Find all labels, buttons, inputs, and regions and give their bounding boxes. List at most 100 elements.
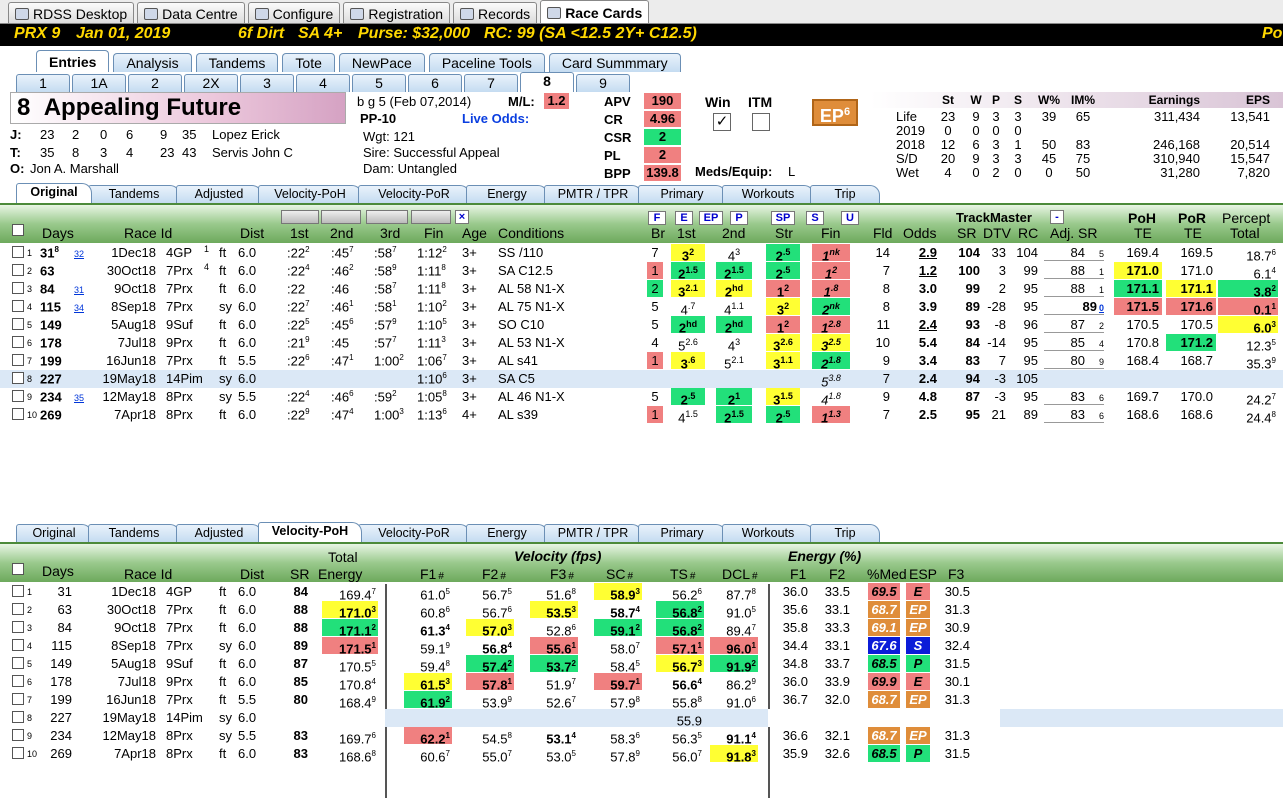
- row-checkbox[interactable]: [12, 657, 24, 669]
- pp-tab-5[interactable]: 5: [352, 74, 406, 92]
- trackmaster-toggle[interactable]: -: [1050, 210, 1064, 224]
- table-row[interactable]: 7 199 16Jun18 7Prx ft 5.5:226:471 1:002 1:067 3+…: [0, 352, 1283, 371]
- pace-filter-e[interactable]: E: [675, 211, 693, 225]
- row-checkbox[interactable]: [12, 693, 24, 705]
- pace-filter-sp[interactable]: SP: [771, 211, 795, 225]
- pp-tab-1a[interactable]: 1A: [72, 74, 126, 92]
- table-row[interactable]: 3 84 31 9Oct18 7Prx ft 6.0:22:46:587 1:118 3+ AL …: [0, 280, 1283, 299]
- pp-tab-1[interactable]: 1: [16, 74, 70, 92]
- grid-tab-adjusted[interactable]: Adjusted: [176, 185, 262, 203]
- table-row[interactable]: 2 63 30Oct18 7Prx ft 6.0 88 171.03 60.86 56.76 53.…: [0, 601, 1283, 620]
- itm-checkbox[interactable]: [752, 113, 770, 131]
- grid-tab-original[interactable]: Original: [16, 524, 92, 542]
- table-row[interactable]: 4 115 34 8Sep18 7Prx sy 6.0:227:461:581 1:102 3+…: [0, 298, 1283, 317]
- pp-tab-2[interactable]: 2: [128, 74, 182, 92]
- table-row[interactable]: 4 115 8Sep18 7Prx sy 6.0 89 171.51 59.19 56.84 55.…: [0, 637, 1283, 656]
- fraction-sort-button[interactable]: [366, 210, 408, 224]
- pace-filter-p[interactable]: P: [730, 211, 748, 225]
- row-checkbox[interactable]: [12, 603, 24, 615]
- pp-tab-9[interactable]: 9: [576, 74, 630, 92]
- close-icon[interactable]: ×: [455, 210, 469, 224]
- row-checkbox[interactable]: [12, 711, 24, 723]
- row-checkbox[interactable]: [12, 282, 24, 294]
- fraction-sort-button[interactable]: [411, 210, 451, 224]
- row-checkbox[interactable]: [12, 621, 24, 633]
- row-checkbox[interactable]: [12, 390, 24, 402]
- pp-tab-4[interactable]: 4: [296, 74, 350, 92]
- table-row[interactable]: 3 84 9Oct18 7Prx ft 6.0 88 171.12 61.34 57.03 52.8…: [0, 619, 1283, 638]
- window-tab-rdss-desktop[interactable]: RDSS Desktop: [8, 2, 135, 23]
- row-checkbox[interactable]: [12, 675, 24, 687]
- pp-tab-8[interactable]: 8: [520, 72, 574, 92]
- tab-newpace[interactable]: NewPace: [338, 53, 425, 72]
- grid-tab-pmtr-tpr[interactable]: PMTR / TPR: [544, 185, 642, 203]
- grid-tab-energy[interactable]: Energy: [466, 185, 548, 203]
- table-row[interactable]: 5 149 5Aug18 9Suf ft 6.0:225:456:579 1:105 3+ SO…: [0, 316, 1283, 335]
- table-row[interactable]: 9 234 35 12May18 8Prx sy 5.5:224:466:592 1:058 3…: [0, 388, 1283, 407]
- pp-tab-6[interactable]: 6: [408, 74, 462, 92]
- grid-tab-primary[interactable]: Primary: [638, 524, 726, 542]
- pp-tab-7[interactable]: 7: [464, 74, 518, 92]
- row-checkbox[interactable]: [12, 264, 24, 276]
- tab-paceline-tools[interactable]: Paceline Tools: [428, 53, 545, 72]
- tab-tote[interactable]: Tote: [282, 53, 335, 72]
- grid-tab-velocity-poh[interactable]: Velocity-PoH: [258, 522, 362, 542]
- row-checkbox[interactable]: [12, 729, 24, 741]
- grid-tab-trip[interactable]: Trip: [810, 185, 880, 203]
- table-row[interactable]: 6 178 7Jul18 9Prx ft 6.0:219:45:577 1:113 3+ AL …: [0, 334, 1283, 353]
- row-checkbox[interactable]: [12, 639, 24, 651]
- row-checkbox[interactable]: [12, 585, 24, 597]
- table-row[interactable]: 2 63 30Oct18 7Prx 4 ft 6.0:224:462:589 1:118 3+ S…: [0, 262, 1283, 281]
- row-checkbox[interactable]: [12, 246, 24, 258]
- tab-card-summmary[interactable]: Card Summmary: [548, 53, 681, 72]
- row-checkbox[interactable]: [12, 747, 24, 759]
- tab-entries[interactable]: Entries: [36, 50, 110, 72]
- row-checkbox[interactable]: [12, 372, 24, 384]
- grid-tab-trip[interactable]: Trip: [810, 524, 880, 542]
- select-all-checkbox[interactable]: [12, 224, 24, 236]
- table-row[interactable]: 10 269 7Apr18 8Prx ft 6.0:229:474 1:003 1:136 4+…: [0, 406, 1283, 425]
- grid-tab-original[interactable]: Original: [16, 183, 92, 203]
- table-row[interactable]: 8 227 19May18 14Pim sy 6.0 55.9: [0, 709, 1283, 728]
- tab-analysis[interactable]: Analysis: [113, 53, 192, 72]
- pace-filter-f[interactable]: F: [648, 211, 666, 225]
- window-tab-configure[interactable]: Configure: [247, 2, 341, 23]
- grid-tab-velocity-por[interactable]: Velocity-PoR: [358, 524, 470, 542]
- window-tab-data-centre[interactable]: Data Centre: [137, 2, 245, 23]
- pace-filter-ep[interactable]: EP: [699, 211, 723, 225]
- grid-tab-primary[interactable]: Primary: [638, 185, 726, 203]
- window-tab-records[interactable]: Records: [453, 2, 538, 23]
- table-row[interactable]: 10 269 7Apr18 8Prx ft 6.0 83 168.68 60.67 55.07 53…: [0, 745, 1283, 764]
- window-tab-registration[interactable]: Registration: [343, 2, 451, 23]
- row-checkbox[interactable]: [12, 300, 24, 312]
- row-checkbox[interactable]: [12, 354, 24, 366]
- fraction-sort-button[interactable]: [281, 210, 319, 224]
- table-row[interactable]: 6 178 7Jul18 9Prx ft 6.0 85 170.84 61.53 57.81 51.…: [0, 673, 1283, 692]
- grid-tab-workouts[interactable]: Workouts: [722, 185, 814, 203]
- table-row[interactable]: 9 234 12May18 8Prx sy 5.5 83 169.76 62.21 54.58 53…: [0, 727, 1283, 746]
- pace-filter-s[interactable]: S: [806, 211, 824, 225]
- fraction-sort-button[interactable]: [321, 210, 361, 224]
- pp-tab-3[interactable]: 3: [240, 74, 294, 92]
- grid-tab-workouts[interactable]: Workouts: [722, 524, 814, 542]
- win-checkbox[interactable]: ✓: [713, 113, 731, 131]
- tab-tandems[interactable]: Tandems: [195, 53, 279, 72]
- table-row[interactable]: 5 149 5Aug18 9Suf ft 6.0 87 170.55 59.48 57.42 53.…: [0, 655, 1283, 674]
- grid-tab-pmtr-tpr[interactable]: PMTR / TPR: [544, 524, 642, 542]
- grid-tab-tandems[interactable]: Tandems: [88, 185, 180, 203]
- window-tab-race-cards[interactable]: Race Cards: [540, 0, 650, 23]
- table-row[interactable]: 8 227 19May18 14Pim sy 6.0 1:106 3+ SA C5 53.8 7 2.…: [0, 370, 1283, 389]
- select-all-checkbox[interactable]: [12, 563, 24, 575]
- row-checkbox[interactable]: [12, 336, 24, 348]
- grid-tab-velocity-por[interactable]: Velocity-PoR: [358, 185, 470, 203]
- table-row[interactable]: 1 318 32 1Dec18 4GP 1 ft 6.0:222:457:587 1:122 3+…: [0, 244, 1283, 263]
- row-checkbox[interactable]: [12, 408, 24, 420]
- pace-filter-u[interactable]: U: [841, 211, 859, 225]
- grid-tab-velocity-poh[interactable]: Velocity-PoH: [258, 185, 362, 203]
- grid-tab-adjusted[interactable]: Adjusted: [176, 524, 262, 542]
- table-row[interactable]: 7 199 16Jun18 7Prx ft 5.5 80 168.49 61.92 53.99 52…: [0, 691, 1283, 710]
- table-row[interactable]: 1 31 1Dec18 4GP ft 6.0 84 169.47 61.05 56.75 51.68…: [0, 583, 1283, 602]
- row-checkbox[interactable]: [12, 318, 24, 330]
- grid-tab-tandems[interactable]: Tandems: [88, 524, 180, 542]
- grid-tab-energy[interactable]: Energy: [466, 524, 548, 542]
